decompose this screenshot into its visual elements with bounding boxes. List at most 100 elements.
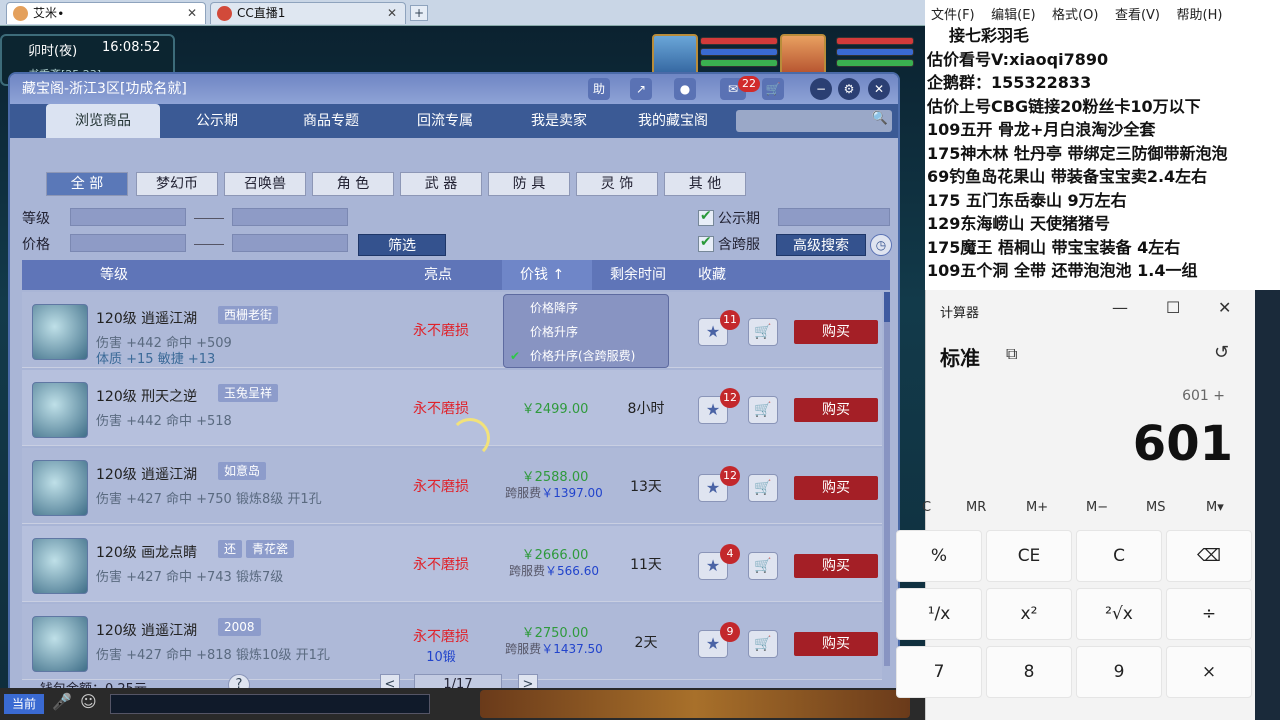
microphone-icon[interactable]: 🎤	[52, 692, 72, 711]
search-icon[interactable]: 🔍	[872, 111, 888, 126]
add-to-cart-icon[interactable]: 🛒	[748, 552, 778, 580]
search-input[interactable]: 🔍	[736, 110, 892, 132]
tab-seller[interactable]: 我是卖家	[502, 104, 616, 138]
memory-clear[interactable]: C	[922, 500, 931, 515]
memory-list[interactable]: M▾	[1206, 500, 1224, 515]
category-other[interactable]: 其 他	[664, 172, 746, 196]
memory-add[interactable]: M+	[1026, 500, 1048, 515]
clear-entry-button[interactable]: CE	[986, 530, 1072, 582]
notepad-text[interactable]: 接七彩羽毛 估价看号V:xiaoqi7890 企鹅群：155322833 估价上…	[927, 24, 1277, 283]
category-all[interactable]: 全 部	[46, 172, 128, 196]
clock-icon[interactable]: ◷	[870, 234, 892, 256]
item-icon[interactable]	[32, 304, 88, 360]
col-remaining[interactable]: 剩余时间	[610, 260, 666, 290]
settings-icon[interactable]: ⚙	[838, 78, 860, 100]
category-currency[interactable]: 梦幻币	[136, 172, 218, 196]
menu-edit[interactable]: 编辑(E)	[991, 8, 1035, 23]
reciprocal-button[interactable]: ¹/x	[896, 588, 982, 640]
public-period-select[interactable]	[778, 208, 890, 226]
table-row[interactable]: 120级 逍遥江湖 西栅老街 伤害 +442 命中 +509 体质 +15 敏捷 +1…	[22, 292, 882, 368]
digit-7-button[interactable]: 7	[896, 646, 982, 698]
tab-public-period[interactable]: 公示期	[160, 104, 274, 138]
memory-store[interactable]: MS	[1146, 500, 1165, 515]
current-channel-button[interactable]: 当前	[4, 694, 44, 714]
digit-9-button[interactable]: 9	[1076, 646, 1162, 698]
chat-input[interactable]	[110, 694, 430, 714]
minimize-button[interactable]: —	[1112, 298, 1128, 317]
add-to-cart-icon[interactable]: 🛒	[748, 396, 778, 424]
category-accessories[interactable]: 灵 饰	[576, 172, 658, 196]
category-armor[interactable]: 防 具	[488, 172, 570, 196]
scrollbar[interactable]	[884, 292, 890, 666]
public-period-checkbox[interactable]	[698, 208, 714, 226]
cross-server-checkbox[interactable]	[698, 234, 714, 252]
buy-button[interactable]: 购买	[794, 632, 878, 656]
divide-button[interactable]: ÷	[1166, 588, 1252, 640]
share-icon[interactable]: ↗	[630, 78, 652, 100]
action-toolbar[interactable]	[480, 690, 910, 718]
category-pets[interactable]: 召唤兽	[224, 172, 306, 196]
close-button[interactable]: ✕	[1218, 298, 1231, 317]
tab-returning[interactable]: 回流专属	[388, 104, 502, 138]
table-row[interactable]: 120级 逍遥江湖 2008 伤害 +427 命中 +818 锻炼10级 开1孔 永不…	[22, 604, 882, 680]
menu-view[interactable]: 查看(V)	[1115, 8, 1160, 23]
price-min-input[interactable]	[70, 234, 186, 252]
level-max-input[interactable]	[232, 208, 348, 226]
col-price[interactable]: 价钱 ↑	[502, 260, 592, 290]
backspace-button[interactable]: ⌫	[1166, 530, 1252, 582]
sqrt-button[interactable]: ²√x	[1076, 588, 1162, 640]
sort-price-asc-cross[interactable]: ✔ 价格升序(含跨服费)	[504, 345, 668, 367]
memory-subtract[interactable]: M−	[1086, 500, 1108, 515]
add-to-cart-icon[interactable]: 🛒	[748, 630, 778, 658]
price-max-input[interactable]	[232, 234, 348, 252]
tab-browse[interactable]: 浏览商品	[46, 104, 160, 138]
filter-button[interactable]: 筛选	[358, 234, 446, 256]
col-level[interactable]: 等级	[100, 260, 128, 290]
table-row[interactable]: 120级 逍遥江湖 如意岛 伤害 +427 命中 +750 锻炼8级 开1孔 永不磨损…	[22, 448, 882, 524]
mp-bar	[836, 48, 914, 56]
menu-format[interactable]: 格式(O)	[1052, 8, 1098, 23]
browser-tab-aimi[interactable]: 艾米∙ ✕	[6, 2, 206, 24]
help-button[interactable]: 助	[588, 78, 610, 100]
advanced-search-button[interactable]: 高级搜索	[776, 234, 866, 256]
sort-price-desc[interactable]: 价格降序	[504, 297, 668, 319]
menu-help[interactable]: 帮助(H)	[1177, 8, 1223, 23]
buy-button[interactable]: 购买	[794, 320, 878, 344]
menu-file[interactable]: 文件(F)	[931, 8, 975, 23]
item-icon[interactable]	[32, 460, 88, 516]
record-icon[interactable]: ●	[674, 78, 696, 100]
close-icon[interactable]: ✕	[387, 3, 397, 23]
square-button[interactable]: x²	[986, 588, 1072, 640]
new-tab-button[interactable]: +	[410, 5, 428, 21]
multiply-button[interactable]: ×	[1166, 646, 1252, 698]
emoji-icon[interactable]: ☺	[80, 692, 97, 711]
browser-tab-cc-live[interactable]: CC直播1 ✕	[210, 2, 406, 24]
sort-price-asc[interactable]: 价格升序	[504, 321, 668, 343]
percent-button[interactable]: %	[896, 530, 982, 582]
item-icon[interactable]	[32, 382, 88, 438]
close-button[interactable]: ✕	[868, 78, 890, 100]
cart-icon[interactable]: 🛒	[762, 78, 784, 100]
item-icon[interactable]	[32, 538, 88, 594]
memory-recall[interactable]: MR	[966, 500, 986, 515]
maximize-button[interactable]: ☐	[1166, 298, 1180, 317]
minimize-button[interactable]: −	[810, 78, 832, 100]
buy-button[interactable]: 购买	[794, 398, 878, 422]
add-to-cart-icon[interactable]: 🛒	[748, 474, 778, 502]
add-to-cart-icon[interactable]: 🛒	[748, 318, 778, 346]
clear-button[interactable]: C	[1076, 530, 1162, 582]
scrollbar-thumb[interactable]	[884, 292, 890, 322]
category-roles[interactable]: 角 色	[312, 172, 394, 196]
table-row[interactable]: 120级 画龙点睛 还青花瓷 伤害 +427 命中 +743 锻炼7级 永不磨损 ￥26…	[22, 526, 882, 602]
buy-button[interactable]: 购买	[794, 554, 878, 578]
close-icon[interactable]: ✕	[187, 3, 197, 23]
tab-topics[interactable]: 商品专题	[274, 104, 388, 138]
level-min-input[interactable]	[70, 208, 186, 226]
buy-button[interactable]: 购买	[794, 476, 878, 500]
history-icon[interactable]: ↺	[1214, 342, 1229, 363]
category-weapons[interactable]: 武 器	[400, 172, 482, 196]
digit-8-button[interactable]: 8	[986, 646, 1072, 698]
keep-on-top-icon[interactable]: ⧉	[1006, 344, 1017, 364]
item-icon[interactable]	[32, 616, 88, 672]
tab-my-pavilion[interactable]: 我的藏宝阁	[616, 104, 730, 138]
